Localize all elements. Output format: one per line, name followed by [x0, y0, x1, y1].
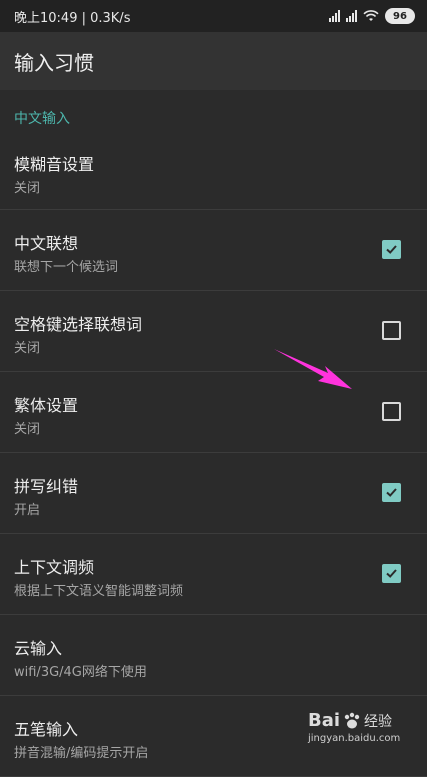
setting-title: 空格键选择联想词 [14, 315, 143, 334]
settings-list: 中文输入 模糊音设置 关闭 中文联想 联想下一个候选词 空格键选择联想词 关闭 繁体设置 关闭… [0, 90, 427, 777]
watermark: Bai 经验 jingyan.baidu.com [308, 710, 423, 765]
setting-subtitle: 关闭 [14, 341, 41, 356]
setting-row[interactable]: 上下文调频根据上下文语义智能调整词频 [0, 534, 427, 615]
status-bar: 晚上10:49 | 0.3K/s 96 [0, 0, 427, 32]
checkbox-unchecked[interactable] [382, 402, 401, 421]
setting-title: 上下文调频 [14, 558, 95, 577]
checkbox-unchecked[interactable] [382, 321, 401, 340]
pointer-arrow-icon [274, 349, 352, 389]
section-header: 中文输入 [14, 110, 70, 127]
setting-subtitle: 开启 [14, 503, 41, 518]
watermark-brand-suffix: 经验 [364, 713, 393, 730]
setting-subtitle: 关闭 [14, 181, 41, 196]
setting-row[interactable]: 繁体设置 关闭 [0, 372, 427, 453]
check-icon [386, 488, 397, 497]
setting-row[interactable]: 中文联想联想下一个候选词 [0, 210, 427, 291]
wifi-icon [363, 10, 379, 21]
setting-title: 模糊音设置 [14, 155, 95, 174]
setting-title: 拼写纠错 [14, 477, 79, 496]
page-title: 输入习惯 [14, 50, 94, 75]
signal-icon [329, 10, 340, 22]
setting-row[interactable]: 空格键选择联想词关闭 [0, 291, 427, 372]
check-icon [386, 245, 397, 254]
setting-title: 繁体设置 [14, 396, 79, 415]
watermark-url: jingyan.baidu.com [308, 733, 401, 744]
status-icons: 96 [329, 8, 415, 24]
setting-row[interactable]: 拼写纠错 开启 [0, 453, 427, 534]
check-icon [386, 569, 397, 578]
setting-title: 五笔输入 [14, 720, 79, 739]
setting-subtitle: 拼音混输/编码提示开启 [14, 746, 149, 761]
checkbox-checked[interactable] [382, 483, 401, 502]
watermark-brand: Bai [308, 710, 341, 731]
setting-subtitle: 联想下一个候选词 [14, 260, 119, 275]
checkbox-checked[interactable] [382, 564, 401, 583]
setting-title: 中文联想 [14, 234, 79, 253]
setting-title: 云输入 [14, 639, 63, 658]
checkbox-checked[interactable] [382, 240, 401, 259]
paw-icon [344, 712, 360, 728]
setting-row[interactable]: 模糊音设置 关闭 [0, 131, 427, 210]
signal-icon-2 [346, 10, 357, 22]
status-time-speed: 晚上10:49 | 0.3K/s [14, 10, 131, 26]
setting-subtitle: 根据上下文语义智能调整词频 [14, 584, 184, 599]
app-bar: 输入习惯 [0, 32, 427, 90]
setting-subtitle: 关闭 [14, 422, 41, 437]
setting-row[interactable]: 云输入 wifi/3G/4G网络下使用 [0, 615, 427, 696]
setting-subtitle: wifi/3G/4G网络下使用 [14, 665, 147, 680]
battery-icon: 96 [385, 8, 415, 24]
